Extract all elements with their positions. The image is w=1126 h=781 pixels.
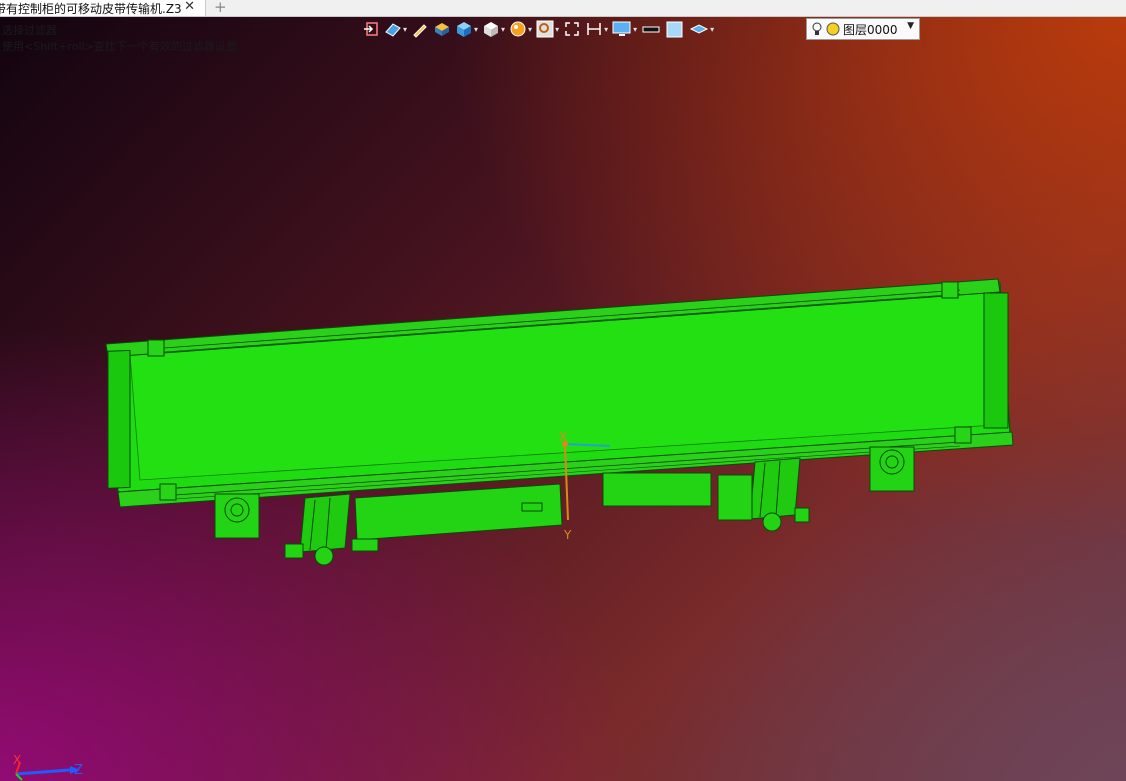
layer-color-icon	[826, 22, 840, 36]
leg-bracket	[717, 474, 753, 521]
view-toolbar: ▾ ▾ ▾ ▾ ▾ ▾ ▾ ▾	[362, 18, 718, 40]
white-cube-button[interactable]: ▾	[482, 18, 505, 40]
document-tab-bar: 带有控制柜的可移动皮带传输机.Z3 ✕ +	[0, 0, 1126, 17]
zoom-icon	[536, 20, 554, 38]
side-box	[602, 472, 712, 507]
control-cabinet	[354, 483, 563, 541]
document-tab-title: 带有控制柜的可移动皮带传输机.Z3	[0, 1, 182, 16]
exit-button[interactable]	[362, 18, 380, 40]
measure-icon	[587, 23, 601, 35]
fit-view-button[interactable]	[563, 18, 581, 40]
axis-triad: X Z	[13, 753, 83, 781]
layers-icon	[689, 24, 709, 34]
conveyor-model[interactable]: X Y	[0, 17, 1126, 781]
axis-label-x: X	[559, 430, 567, 444]
layers-button[interactable]: ▾	[689, 18, 714, 40]
exit-icon	[364, 22, 378, 36]
view-orientation-button[interactable]: ▾	[384, 18, 407, 40]
white-cube-icon	[484, 22, 499, 37]
view-orientation-icon	[385, 23, 401, 37]
render-button[interactable]: ▾	[509, 18, 532, 40]
render-sphere-icon	[510, 21, 526, 37]
layer-name: 图层0000	[843, 22, 898, 37]
monitor-button[interactable]: ▾	[612, 18, 637, 40]
axis-label-y: Y	[563, 528, 572, 542]
add-tab-icon[interactable]: +	[214, 0, 227, 16]
pencil-sketch-icon	[413, 24, 427, 38]
lightbulb-icon	[812, 22, 822, 35]
line-color-icon	[642, 26, 660, 33]
line-color-button[interactable]	[641, 18, 661, 40]
sketch-button[interactable]	[411, 18, 429, 40]
measure-button[interactable]: ▾	[585, 18, 608, 40]
zoom-button[interactable]: ▾	[536, 18, 559, 40]
shaded-button[interactable]	[433, 18, 451, 40]
shaded-box-icon	[435, 23, 450, 36]
document-tab[interactable]: 带有控制柜的可移动皮带传输机.Z3 ✕	[0, 0, 206, 16]
triad-label-z: Z	[74, 763, 83, 778]
right-leg	[749, 457, 801, 520]
layer-dropdown[interactable]: 图层0000 ▼	[806, 18, 920, 40]
face-color-button[interactable]	[665, 18, 685, 40]
fit-view-icon	[565, 22, 579, 36]
box-display-icon	[457, 22, 472, 37]
box-display-button[interactable]: ▾	[455, 18, 478, 40]
left-leg	[299, 493, 351, 553]
monitor-icon	[612, 21, 631, 36]
chevron-down-icon[interactable]: ▼	[907, 21, 914, 31]
triad-label-x: X	[13, 753, 21, 767]
face-color-icon	[666, 21, 683, 38]
close-tab-icon[interactable]: ✕	[184, 0, 195, 14]
